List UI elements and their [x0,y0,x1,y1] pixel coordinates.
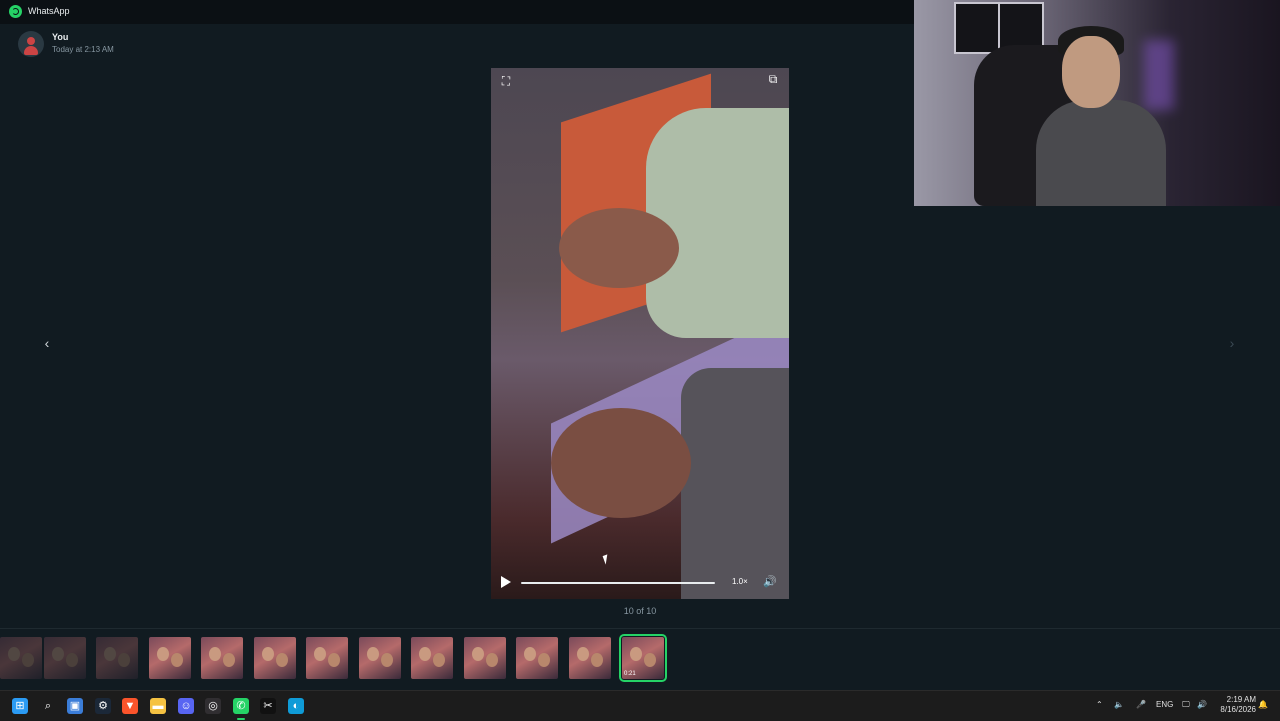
media-thumbnail[interactable] [411,637,453,679]
system-clock[interactable]: 2:19 AM 8/16/2026 [1212,695,1256,715]
media-thumbnail[interactable] [306,637,348,679]
network-icon[interactable]: 🖵 [1182,700,1190,710]
video-player[interactable]: ⛶ ⧉ 1.0× 🔊 [491,68,789,599]
file-explorer-icon[interactable]: ▣ [67,698,83,714]
media-thumbnail[interactable] [44,637,86,679]
speaker-icon[interactable]: 🔈 [1114,700,1124,709]
media-thumbnail[interactable] [569,637,611,679]
app-title: WhatsApp [28,6,70,16]
next-media-button[interactable]: › [1222,333,1242,353]
webcam-overlay [914,0,1280,206]
media-thumbnail[interactable] [201,637,243,679]
discord-icon[interactable]: ☺ [178,698,194,714]
whatsapp-logo-icon [9,5,22,18]
folder-icon[interactable]: ▬ [150,698,166,714]
search-icon[interactable]: ⌕ [40,698,56,714]
sender-name: You [52,32,69,42]
clock-date: 8/16/2026 [1220,705,1256,714]
fullscreen-icon[interactable]: ⛶ [499,74,513,88]
volume-tray-icon[interactable]: 🔊 [1197,700,1207,709]
whatsapp-icon[interactable]: ✆ [233,698,249,714]
language-indicator[interactable]: ENG [1156,700,1173,709]
media-thumbnail[interactable] [359,637,401,679]
message-timestamp: Today at 2:13 AM [52,45,114,54]
brave-browser-icon[interactable]: ▼ [122,698,138,714]
previous-media-button[interactable]: ‹ [37,333,57,353]
playback-speed-button[interactable]: 1.0× [732,577,748,586]
media-thumbnail-strip: 0:21 [0,628,1280,689]
microphone-icon[interactable]: 🎤 [1136,700,1146,709]
show-hidden-icons-icon[interactable]: ⌃ [1096,700,1103,709]
media-thumbnail[interactable] [0,637,42,679]
media-thumbnail[interactable] [96,637,138,679]
seek-bar[interactable] [521,582,715,584]
windows-start-icon[interactable]: ⊞ [12,698,28,714]
video-duration: 0:21 [624,671,636,677]
media-thumbnail[interactable] [254,637,296,679]
play-button[interactable] [501,576,511,588]
media-counter: 10 of 10 [623,606,657,616]
media-thumbnail[interactable] [516,637,558,679]
edge-icon[interactable]: ◐ [288,698,304,714]
media-thumbnail[interactable]: 0:21 [619,634,667,682]
obs-icon[interactable]: ◎ [205,698,221,714]
steam-icon[interactable]: ⚙ [95,698,111,714]
media-thumbnail[interactable] [464,637,506,679]
media-thumbnail[interactable] [149,637,191,679]
notification-icon[interactable]: 🔔 [1258,700,1268,709]
taskbar: ⌃ 🔈 🎤 ENG 🖵 🔊 2:19 AM 8/16/2026 🔔 ⊞ ⌕ ▣ ⚙ ▼ ▬… [0,690,1280,721]
clock-time: 2:19 AM [1226,695,1256,704]
popout-icon[interactable]: ⧉ [765,72,781,86]
person-icon [27,37,35,45]
capcut-icon[interactable]: ✂ [260,698,276,714]
volume-icon[interactable]: 🔊 [763,575,779,589]
video-controls: 1.0× 🔊 [491,568,789,599]
avatar[interactable] [18,31,44,57]
